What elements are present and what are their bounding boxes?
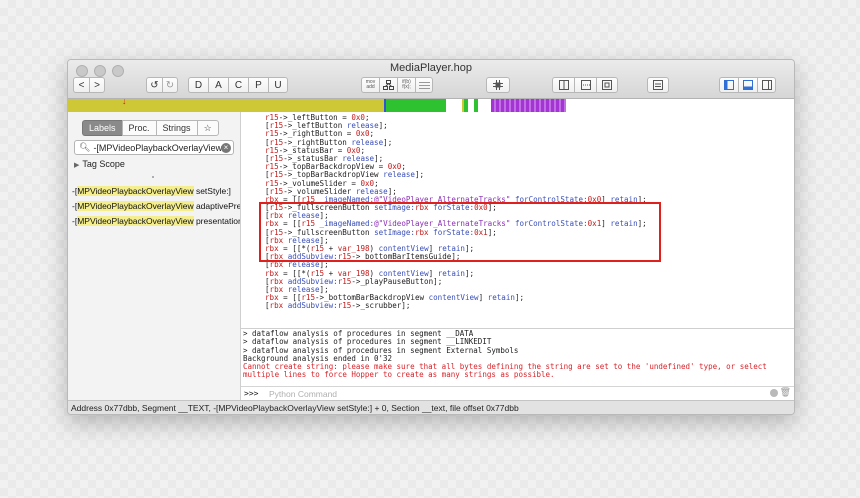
view-mode-buttons: mov add if(b) f(x);: [361, 77, 433, 93]
graph-icon: [383, 80, 394, 90]
window-title: MediaPlayer.hop: [390, 62, 472, 74]
disclosure-triangle-icon: ▶: [74, 162, 80, 169]
bottom-panel-icon: [743, 80, 753, 90]
undo-button[interactable]: ↺: [146, 77, 162, 93]
toggle-right-panel-button[interactable]: [757, 77, 776, 93]
clear-input-icon[interactable]: [770, 389, 778, 397]
history-nav: < >: [73, 77, 105, 93]
proc-suffix: setStyle:]: [193, 186, 231, 196]
ascii-button[interactable]: A: [208, 77, 228, 93]
procedure-list: -[MPVideoPlaybackOverlayView setStyle:] …: [72, 184, 240, 229]
single-view-button[interactable]: [596, 77, 618, 93]
code-line[interactable]: [r15->_fullscreenButton setImage:rbx for…: [265, 228, 794, 237]
python-command-input[interactable]: Python Command: [269, 389, 337, 399]
status-bar: Address 0x77dbb, Segment __TEXT, -[MPVid…: [68, 400, 794, 414]
pseudocode-mode-button[interactable]: if(b) f(x);: [397, 77, 415, 93]
python-command-bar: >>> Python Command 🗑︎: [241, 386, 794, 400]
proc-match: MPVideoPlaybackOverlayView: [77, 186, 194, 196]
trash-icon[interactable]: 🗑︎: [780, 388, 791, 398]
split-horizontal-button[interactable]: [574, 77, 596, 93]
split-vertical-button[interactable]: [552, 77, 574, 93]
back-button[interactable]: <: [73, 77, 89, 93]
code-line[interactable]: [r15->_fullscreenButton setImage:rbx for…: [265, 203, 794, 212]
proc-match: MPVideoPlaybackOverlayView: [77, 201, 194, 211]
type-buttons: D A C P U: [188, 77, 288, 93]
console-error-line: multiple lines to force Hopper to create…: [243, 370, 555, 380]
left-panel-icon: [724, 80, 734, 90]
single-view-icon: [602, 80, 612, 90]
list-icon: [653, 80, 663, 90]
list-item[interactable]: -[MPVideoPlaybackOverlayView adaptivePre: [72, 199, 240, 214]
proc-suffix: adaptivePre: [193, 201, 240, 211]
assembly-mode-button[interactable]: mov add: [361, 77, 379, 93]
code-line[interactable]: [rbx addSubview:r15->_bottomBarItemsGuid…: [265, 252, 794, 261]
hex-icon: [418, 82, 430, 89]
clear-search-icon[interactable]: ×: [221, 143, 231, 153]
undefined-button[interactable]: U: [268, 77, 288, 93]
hex-mode-button[interactable]: [415, 77, 433, 93]
undo-redo: ↺ ↻: [146, 77, 178, 93]
nav-undefined-region-4: [566, 99, 794, 112]
sidebar-tabs: Labels Proc. Strings ☆: [82, 120, 219, 136]
nav-undefined-region-3: [478, 99, 491, 112]
toggle-left-panel-button[interactable]: [719, 77, 738, 93]
list-item[interactable]: -[MPVideoPlaybackOverlayView presentatio…: [72, 214, 240, 229]
inspect-button[interactable]: [486, 77, 510, 93]
search-icon: 🔍︎: [79, 142, 91, 152]
list-item[interactable]: -[MPVideoPlaybackOverlayView setStyle:]: [72, 184, 240, 199]
code-button[interactable]: C: [228, 77, 248, 93]
redo-button[interactable]: ↻: [162, 77, 178, 93]
forward-button[interactable]: >: [89, 77, 105, 93]
hopper-window: MediaPlayer.hop < > ↺ ↻ D A C P U mov ad…: [67, 59, 795, 415]
console-listing: > dataflow analysis of procedures in seg…: [241, 329, 794, 380]
split-vertical-icon: [558, 80, 569, 90]
console-output: > dataflow analysis of procedures in seg…: [241, 328, 794, 387]
code-line[interactable]: [rbx addSubview:r15->_playPauseButton];: [265, 277, 794, 286]
title-bar: MediaPlayer.hop < > ↺ ↻ D A C P U mov ad…: [68, 60, 794, 99]
pseudocode-mode-bottom: f(x);: [402, 84, 411, 90]
proc-suffix: presentation: [193, 216, 240, 226]
python-prompt: >>>: [244, 389, 259, 398]
data-button[interactable]: D: [188, 77, 208, 93]
code-listing: r15->_leftButton = 0x0; [r15->_leftButton…: [241, 112, 794, 311]
cfg-mode-button[interactable]: [379, 77, 397, 93]
tab-labels[interactable]: Labels: [82, 120, 122, 136]
nav-data-region: [491, 99, 566, 112]
tag-scope-disclosure[interactable]: ▶ Tag Scope: [74, 159, 125, 169]
pseudocode-view[interactable]: r15->_leftButton = 0x0; [r15->_leftButton…: [241, 112, 794, 328]
chip-icon: [493, 80, 503, 90]
search-input[interactable]: 🔍︎ -[MPVideoPlaybackOverlayView ×: [74, 140, 234, 155]
layout-buttons: [552, 77, 618, 93]
panel-toggles: [719, 77, 776, 93]
search-value: -[MPVideoPlaybackOverlayView: [93, 142, 223, 153]
splitter-handle[interactable]: [152, 176, 154, 178]
toggle-bottom-panel-button[interactable]: [738, 77, 757, 93]
cursor-arrow-icon: ↓: [122, 96, 127, 106]
sidebar: Labels Proc. Strings ☆ 🔍︎ -[MPVideoPlayb…: [68, 112, 241, 400]
proc-match: MPVideoPlaybackOverlayView: [77, 216, 194, 226]
tools-button[interactable]: [647, 77, 669, 93]
navigation-bar[interactable]: ↓: [68, 96, 794, 112]
right-panel-icon: [761, 80, 772, 90]
tab-bookmarks[interactable]: ☆: [196, 120, 219, 136]
code-line[interactable]: [rbx addSubview:r15->_scrubber];: [265, 302, 794, 310]
tab-procedures[interactable]: Proc.: [121, 120, 156, 136]
procedure-button[interactable]: P: [248, 77, 268, 93]
tab-strings[interactable]: Strings: [155, 120, 197, 136]
nav-code-region: [386, 99, 446, 112]
assembly-mode-bottom: add: [366, 84, 375, 90]
tag-scope-label: Tag Scope: [82, 159, 125, 169]
nav-undefined-region: [446, 99, 462, 112]
split-horizontal-icon: [580, 80, 591, 90]
